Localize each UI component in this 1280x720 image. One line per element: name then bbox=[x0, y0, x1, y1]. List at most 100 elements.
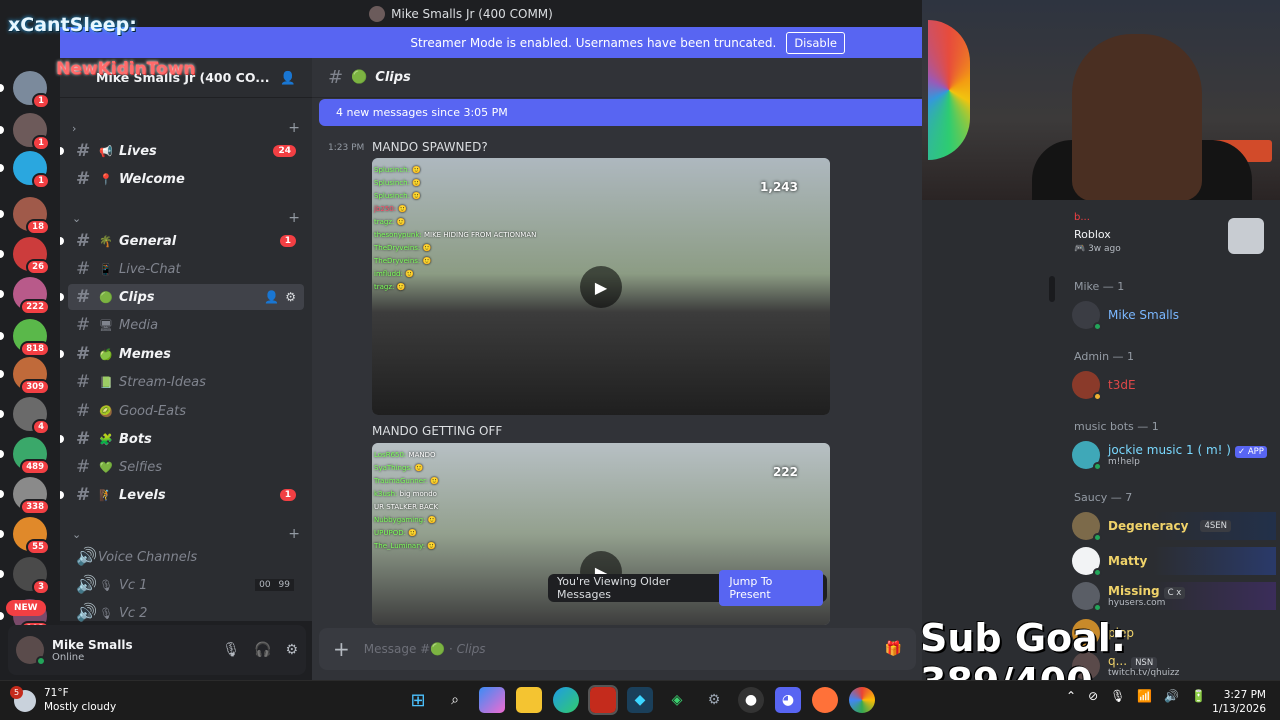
guild-tag: 4SEN bbox=[1200, 520, 1232, 532]
voice-channel-vc2[interactable]: 🔊 🎙 Vc 2 bbox=[68, 600, 304, 626]
attach-plus-icon[interactable]: + bbox=[333, 637, 350, 661]
channel-stream-ideas[interactable]: # 📗 Stream-Ideas bbox=[68, 369, 304, 395]
member-row[interactable]: t3dE bbox=[1072, 371, 1136, 401]
hash-icon: # bbox=[76, 344, 91, 364]
overlay-chat-message: 🙂 bbox=[412, 192, 421, 200]
member-row[interactable]: Missing C x hyusers.com bbox=[1072, 582, 1276, 612]
channel-media[interactable]: # 🖥 Media bbox=[68, 312, 304, 338]
channel-memes[interactable]: # 🍏 Memes bbox=[60, 341, 304, 367]
voice-category[interactable]: 🔊 Voice Channels bbox=[68, 544, 304, 570]
server-icon[interactable]: 55 bbox=[13, 517, 50, 555]
category-collapsed-2[interactable]: ⌄ + bbox=[72, 210, 300, 226]
channel-clips[interactable]: # 🟢 Clips 👤 ⚙ bbox=[60, 284, 304, 310]
plus-icon[interactable]: + bbox=[288, 120, 300, 136]
firefox-icon[interactable] bbox=[812, 687, 838, 713]
new-unreads-badge[interactable]: NEW bbox=[6, 600, 46, 616]
server-icon[interactable]: 309 bbox=[13, 357, 50, 395]
server-icon[interactable]: 4 bbox=[13, 397, 50, 435]
video-attachment[interactable]: Splusinch: 🙂 Splusinch: 🙂 Splusinch: 🙂 jb25… bbox=[372, 158, 830, 415]
invite-icon[interactable]: 👤 bbox=[264, 290, 279, 304]
online-status-dot bbox=[1093, 603, 1102, 612]
weather-widget[interactable]: 5 71°F Mostly cloudy bbox=[10, 686, 116, 714]
store-icon[interactable] bbox=[588, 685, 618, 715]
green-app-icon[interactable]: ◈ bbox=[664, 687, 690, 713]
message-timestamp: 1:23 PM bbox=[328, 143, 365, 153]
gift-icon[interactable]: 🎁 bbox=[885, 641, 902, 657]
file-explorer-icon[interactable] bbox=[516, 687, 542, 713]
older-messages-label: You're Viewing Older Messages bbox=[557, 575, 671, 601]
obs-icon[interactable]: ● bbox=[738, 687, 764, 713]
chat-area: # 🟢 Clips 4 new messages since 3:05 PM 1… bbox=[312, 58, 922, 680]
network-off-icon[interactable]: ⊘ bbox=[1088, 689, 1098, 703]
wifi-icon[interactable]: 📶 bbox=[1137, 689, 1152, 703]
headphones-icon[interactable]: 🎧 bbox=[254, 642, 271, 658]
viewer-count: 1,243 bbox=[760, 180, 798, 194]
overlay-chat-user: thesonypunk: bbox=[374, 231, 422, 239]
clock[interactable]: 3:27 PM 1/13/2026 bbox=[1212, 688, 1266, 716]
server-icon[interactable]: 26 bbox=[13, 237, 50, 275]
server-icon[interactable]: 1 bbox=[13, 151, 50, 189]
edge-icon[interactable] bbox=[553, 687, 579, 713]
play-icon[interactable]: ▶ bbox=[580, 266, 622, 308]
server-icon[interactable]: 1 bbox=[13, 113, 50, 151]
volume-icon[interactable]: 🔊 bbox=[1164, 689, 1179, 703]
channel-good-eats[interactable]: # 🥝 Good-Eats bbox=[68, 398, 304, 424]
category-collapsed-1[interactable]: › + bbox=[72, 120, 300, 136]
server-icon[interactable]: 18 bbox=[13, 197, 50, 235]
cloud-icon: 5 bbox=[10, 686, 36, 712]
battery-icon[interactable]: 🔋 bbox=[1191, 689, 1206, 703]
chrome-icon[interactable] bbox=[849, 687, 875, 713]
channel-levels[interactable]: # 🧗 Levels 1 bbox=[60, 482, 304, 508]
message-input[interactable]: + Message #🟢 · Clips 🎁 bbox=[319, 628, 916, 670]
channel-lives[interactable]: # 📢 Lives 24 bbox=[60, 138, 304, 164]
server-icon[interactable]: 1 bbox=[13, 71, 50, 109]
server-mention-badge: 222 bbox=[20, 299, 50, 315]
server-icon[interactable]: 818 bbox=[13, 319, 50, 357]
member-row[interactable]: Matty bbox=[1072, 547, 1276, 577]
chevron-up-icon[interactable]: ⌃ bbox=[1066, 689, 1076, 703]
mic-tray-icon[interactable]: 🎙 bbox=[1110, 689, 1125, 703]
channel-emoji: 🟢 bbox=[99, 290, 113, 304]
add-member-icon[interactable]: 👤 bbox=[280, 70, 296, 86]
taskbar-apps: ⊞ ⌕ ◆ ◈ ⚙ ● ◕ bbox=[405, 685, 875, 715]
placeholder-channel: Clips bbox=[456, 642, 486, 656]
server-icon[interactable]: 222 bbox=[13, 277, 50, 315]
avatar[interactable] bbox=[16, 636, 46, 666]
app-icon[interactable]: ◆ bbox=[627, 687, 653, 713]
new-messages-bar[interactable]: 4 new messages since 3:05 PM bbox=[319, 99, 922, 126]
channel-welcome[interactable]: # 📍 Welcome bbox=[68, 166, 304, 192]
channel-live-chat[interactable]: # 📱 Live-Chat bbox=[68, 256, 304, 282]
microphone-icon[interactable]: 🎙 bbox=[222, 642, 240, 658]
overlay-chat-line: LosR650: MANDO bbox=[374, 449, 554, 462]
member-row[interactable]: Mike Smalls bbox=[1072, 301, 1179, 331]
scrollbar-thumb[interactable] bbox=[1049, 276, 1055, 302]
channel-selfies[interactable]: # 💚 Selfies bbox=[68, 454, 304, 480]
search-icon[interactable]: ⌕ bbox=[442, 687, 468, 713]
disable-streamer-mode-button[interactable]: Disable bbox=[786, 31, 845, 54]
channel-bots[interactable]: # 🧩 Bots bbox=[60, 426, 304, 452]
copilot-icon[interactable] bbox=[479, 687, 505, 713]
voice-channel-vc1[interactable]: 🔊 🎙 Vc 1 00 99 bbox=[68, 572, 304, 598]
category-collapsed-3[interactable]: ⌄ + bbox=[72, 526, 300, 542]
member-row[interactable]: Degeneracy 4SEN bbox=[1072, 512, 1276, 542]
plus-icon[interactable]: + bbox=[288, 526, 300, 542]
jump-to-present-button[interactable]: Jump To Present bbox=[719, 570, 823, 606]
speaker-icon: 🔊 bbox=[76, 603, 98, 623]
channel-general[interactable]: # 🌴 General 1 bbox=[60, 228, 304, 254]
activity-ago: 3w ago bbox=[1088, 244, 1121, 254]
app-badge: ✓ APP bbox=[1235, 446, 1267, 458]
server-unread-pill bbox=[0, 164, 4, 172]
gear-icon[interactable]: ⚙ bbox=[285, 290, 296, 304]
server-icon[interactable]: 489 bbox=[13, 437, 50, 475]
message-text: MANDO SPAWNED? bbox=[372, 140, 488, 154]
discord-icon[interactable]: ◕ bbox=[775, 687, 801, 713]
windows-start-icon[interactable]: ⊞ bbox=[405, 687, 431, 713]
plus-icon[interactable]: + bbox=[288, 210, 300, 226]
member-row[interactable]: jockie music 1 ( m! ) ✓ APP m!help bbox=[1072, 441, 1267, 471]
channel-emoji: 🧩 bbox=[99, 432, 113, 446]
server-icon[interactable]: 338 bbox=[13, 477, 50, 515]
user-settings-gear-icon[interactable]: ⚙ bbox=[285, 642, 298, 658]
webcam-overlay bbox=[922, 0, 1280, 201]
server-icon[interactable]: 3 bbox=[13, 557, 50, 595]
settings-gear-icon[interactable]: ⚙ bbox=[701, 687, 727, 713]
